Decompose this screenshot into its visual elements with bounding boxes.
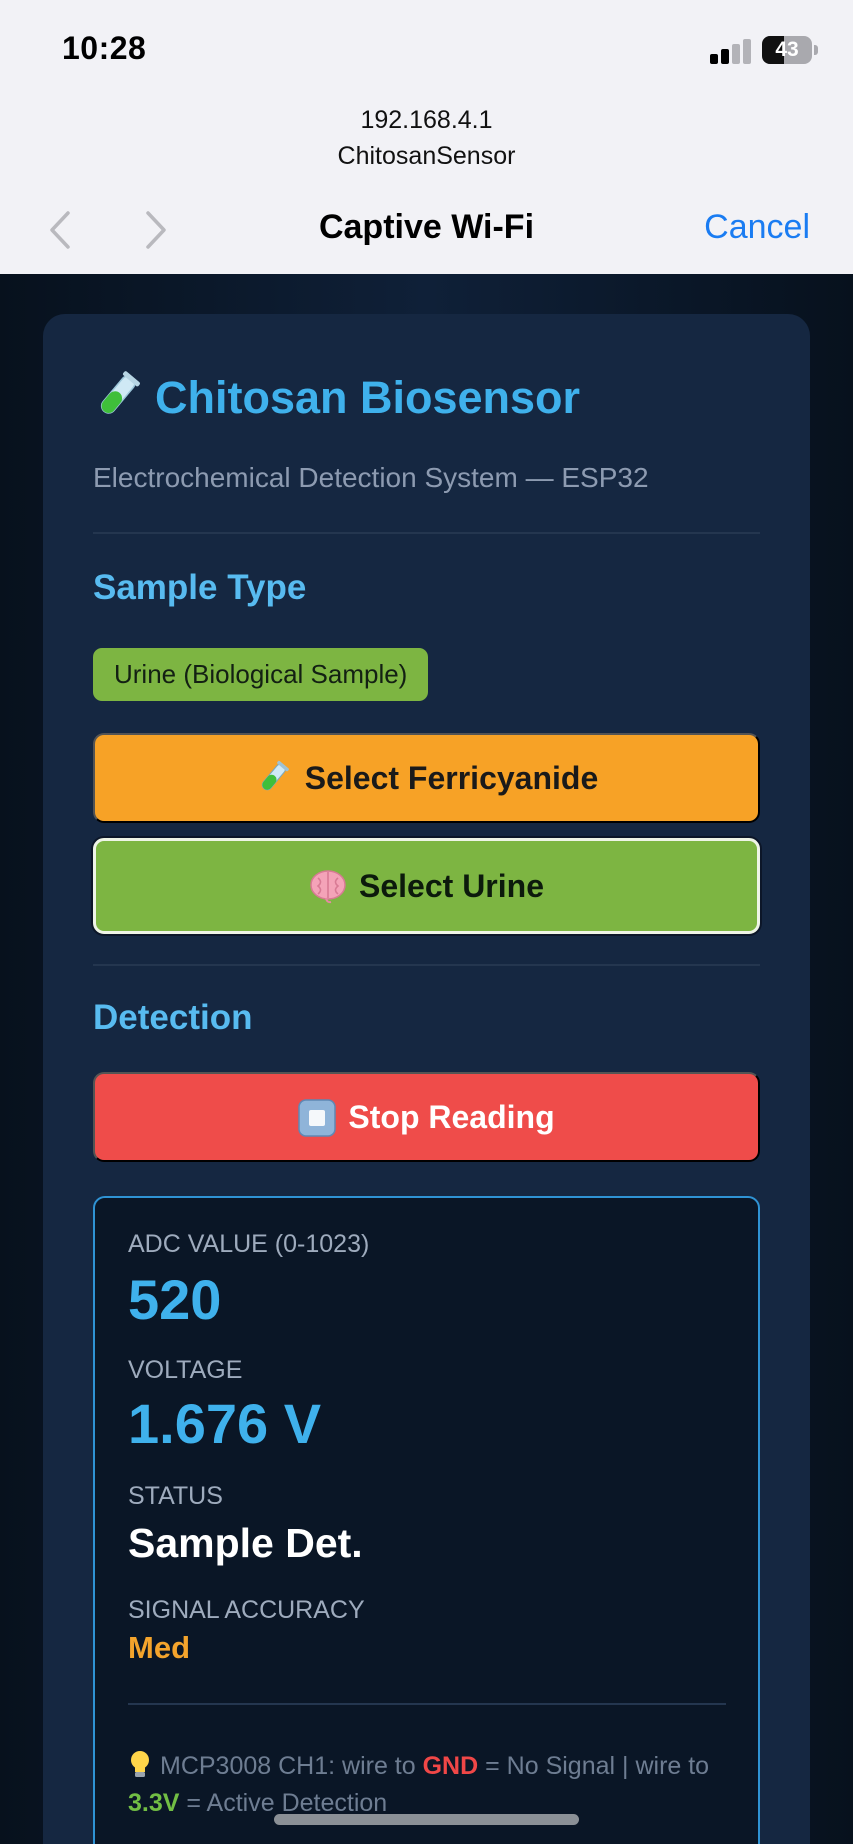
stop-square-icon [298,1099,337,1137]
status-time: 10:28 [62,30,147,66]
battery-nub [814,45,818,55]
sample-type-heading: Sample Type [93,568,307,607]
lightbulb-icon [128,1750,152,1778]
divider [128,1703,726,1705]
detection-heading: Detection [93,998,253,1037]
adc-value: 520 [128,1268,222,1331]
status-label: STATUS [128,1482,223,1510]
app-header: Chitosan Biosensor [93,370,580,426]
battery-icon: 43 [762,36,812,64]
wifi-ssid: ChitosanSensor [337,142,516,170]
voltage-label: VOLTAGE [128,1356,243,1384]
cancel-button[interactable]: Cancel [704,208,810,247]
hint-3v3-result: = Active Detection [186,1789,388,1817]
select-ferricyanide-button[interactable]: Select Ferricyanide [93,733,760,823]
cellular-signal-icon [710,38,751,64]
status-value: Sample Det. [128,1520,363,1566]
hint-gnd-result: = No Signal | wire to [485,1752,710,1780]
selected-sample-badge: Urine (Biological Sample) [93,648,429,701]
home-indicator [274,1814,579,1825]
hint-prefix: MCP3008 CH1: wire to [160,1752,416,1780]
brain-icon [309,868,346,904]
accuracy-value: Med [128,1630,190,1665]
stop-reading-label: Stop Reading [348,1098,555,1135]
hint-3v3: 3.3V [128,1789,180,1817]
test-tube-icon [255,760,291,796]
app-subtitle: Electrochemical Detection System — ESP32 [93,462,649,493]
stop-reading-button[interactable]: Stop Reading [93,1072,760,1162]
test-tube-icon [93,370,141,427]
hint-gnd: GND [422,1752,479,1780]
app-title: Chitosan Biosensor [155,372,581,423]
wiring-hint: MCP3008 CH1: wire to GND = No Signal | w… [128,1748,718,1822]
adc-label: ADC VALUE (0-1023) [128,1230,370,1258]
url-host: 192.168.4.1 [360,106,493,134]
divider [93,532,760,534]
voltage-value: 1.676 V [128,1392,322,1455]
select-urine-button[interactable]: Select Urine [93,838,760,934]
divider [93,964,760,966]
accuracy-label: SIGNAL ACCURACY [128,1596,365,1624]
select-urine-label: Select Urine [359,867,544,904]
select-ferricyanide-label: Select Ferricyanide [304,759,599,796]
battery-level: 43 [775,38,799,61]
